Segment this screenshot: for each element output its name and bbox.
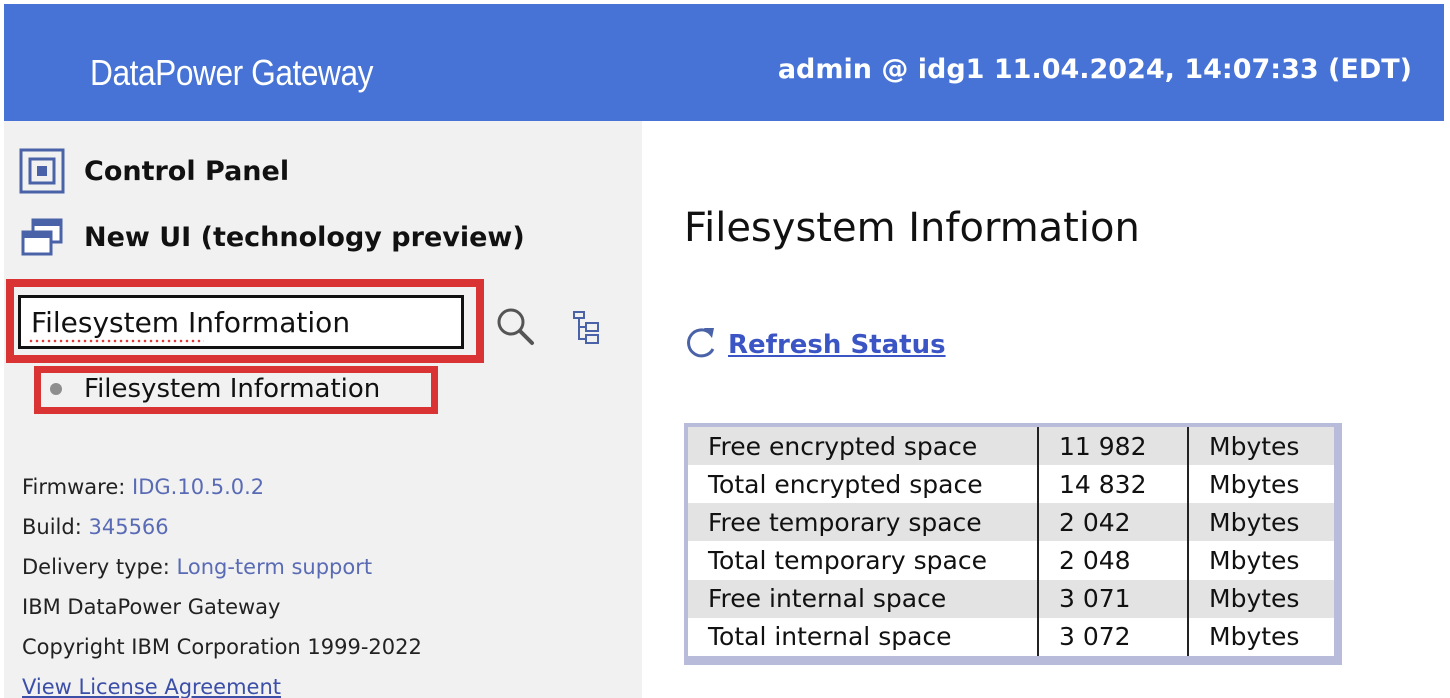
table-row: Total encrypted space 14 832 Mbytes bbox=[688, 465, 1334, 504]
row-value: 3 072 bbox=[1037, 617, 1188, 656]
product-name: IBM DataPower Gateway bbox=[22, 595, 281, 619]
row-value: 11 982 bbox=[1037, 427, 1188, 466]
row-label: Free temporary space bbox=[688, 503, 1038, 542]
row-value: 2 048 bbox=[1037, 541, 1188, 580]
suggestion-label: Filesystem Information bbox=[84, 374, 381, 404]
new-ui-link[interactable]: New UI (technology preview) bbox=[18, 213, 525, 261]
search-suggestion-item[interactable]: Filesystem Information bbox=[46, 369, 380, 409]
control-panel-label: Control Panel bbox=[84, 155, 290, 187]
sidebar: Control Panel New UI (technology preview… bbox=[4, 121, 642, 698]
user-session-info: admin @ idg1 11.04.2024, 14:07:33 (EDT) bbox=[777, 54, 1412, 85]
delivery-type-value: Long-term support bbox=[176, 555, 373, 579]
row-label: Total temporary space bbox=[688, 541, 1038, 580]
firmware-info: Firmware: IDG.10.5.0.2 bbox=[22, 475, 264, 499]
row-value: 14 832 bbox=[1037, 465, 1188, 504]
refresh-status-label: Refresh Status bbox=[728, 330, 946, 360]
row-unit: Mbytes bbox=[1187, 503, 1334, 542]
table-row: Total temporary space 2 048 Mbytes bbox=[688, 541, 1334, 580]
new-ui-label: New UI (technology preview) bbox=[84, 221, 525, 253]
app-title: DataPower Gateway bbox=[90, 52, 374, 93]
row-value: 2 042 bbox=[1037, 503, 1188, 542]
delivery-type-label: Delivery type: bbox=[22, 555, 170, 579]
search-icon[interactable] bbox=[494, 305, 538, 349]
row-label: Free encrypted space bbox=[688, 427, 1038, 466]
control-panel-link[interactable]: Control Panel bbox=[18, 147, 289, 195]
row-unit: Mbytes bbox=[1187, 541, 1334, 580]
bullet-icon bbox=[50, 383, 62, 395]
refresh-status-link[interactable]: Refresh Status bbox=[684, 325, 946, 365]
filesystem-table: Free encrypted space 11 982 Mbytes Total… bbox=[688, 427, 1334, 656]
filesystem-table-container: Free encrypted space 11 982 Mbytes Total… bbox=[684, 423, 1342, 665]
firmware-value: IDG.10.5.0.2 bbox=[132, 475, 265, 499]
row-unit: Mbytes bbox=[1187, 427, 1334, 466]
row-unit: Mbytes bbox=[1187, 465, 1334, 504]
table-row: Free encrypted space 11 982 Mbytes bbox=[688, 427, 1334, 466]
row-unit: Mbytes bbox=[1187, 579, 1334, 618]
row-value: 3 071 bbox=[1037, 579, 1188, 618]
top-header: DataPower Gateway admin @ idg1 11.04.202… bbox=[4, 4, 1444, 121]
tree-view-icon[interactable] bbox=[570, 309, 602, 345]
row-label: Free internal space bbox=[688, 579, 1038, 618]
copyright-text: Copyright IBM Corporation 1999-2022 bbox=[22, 635, 422, 659]
row-label: Total encrypted space bbox=[688, 465, 1038, 504]
spellcheck-underline bbox=[28, 339, 204, 343]
control-panel-icon bbox=[18, 147, 66, 195]
build-info: Build: 345566 bbox=[22, 515, 169, 539]
build-value: 345566 bbox=[88, 515, 169, 539]
table-row: Free temporary space 2 042 Mbytes bbox=[688, 503, 1334, 542]
delivery-type-info: Delivery type: Long-term support bbox=[22, 555, 372, 579]
firmware-label: Firmware: bbox=[22, 475, 126, 499]
new-ui-windows-icon bbox=[18, 213, 66, 261]
view-license-link[interactable]: View License Agreement bbox=[22, 675, 281, 698]
page-title: Filesystem Information bbox=[684, 205, 1140, 251]
row-unit: Mbytes bbox=[1187, 617, 1334, 656]
refresh-icon bbox=[684, 325, 718, 365]
table-row: Total internal space 3 072 Mbytes bbox=[688, 617, 1334, 656]
table-row: Free internal space 3 071 Mbytes bbox=[688, 579, 1334, 618]
row-label: Total internal space bbox=[688, 617, 1038, 656]
build-label: Build: bbox=[22, 515, 82, 539]
